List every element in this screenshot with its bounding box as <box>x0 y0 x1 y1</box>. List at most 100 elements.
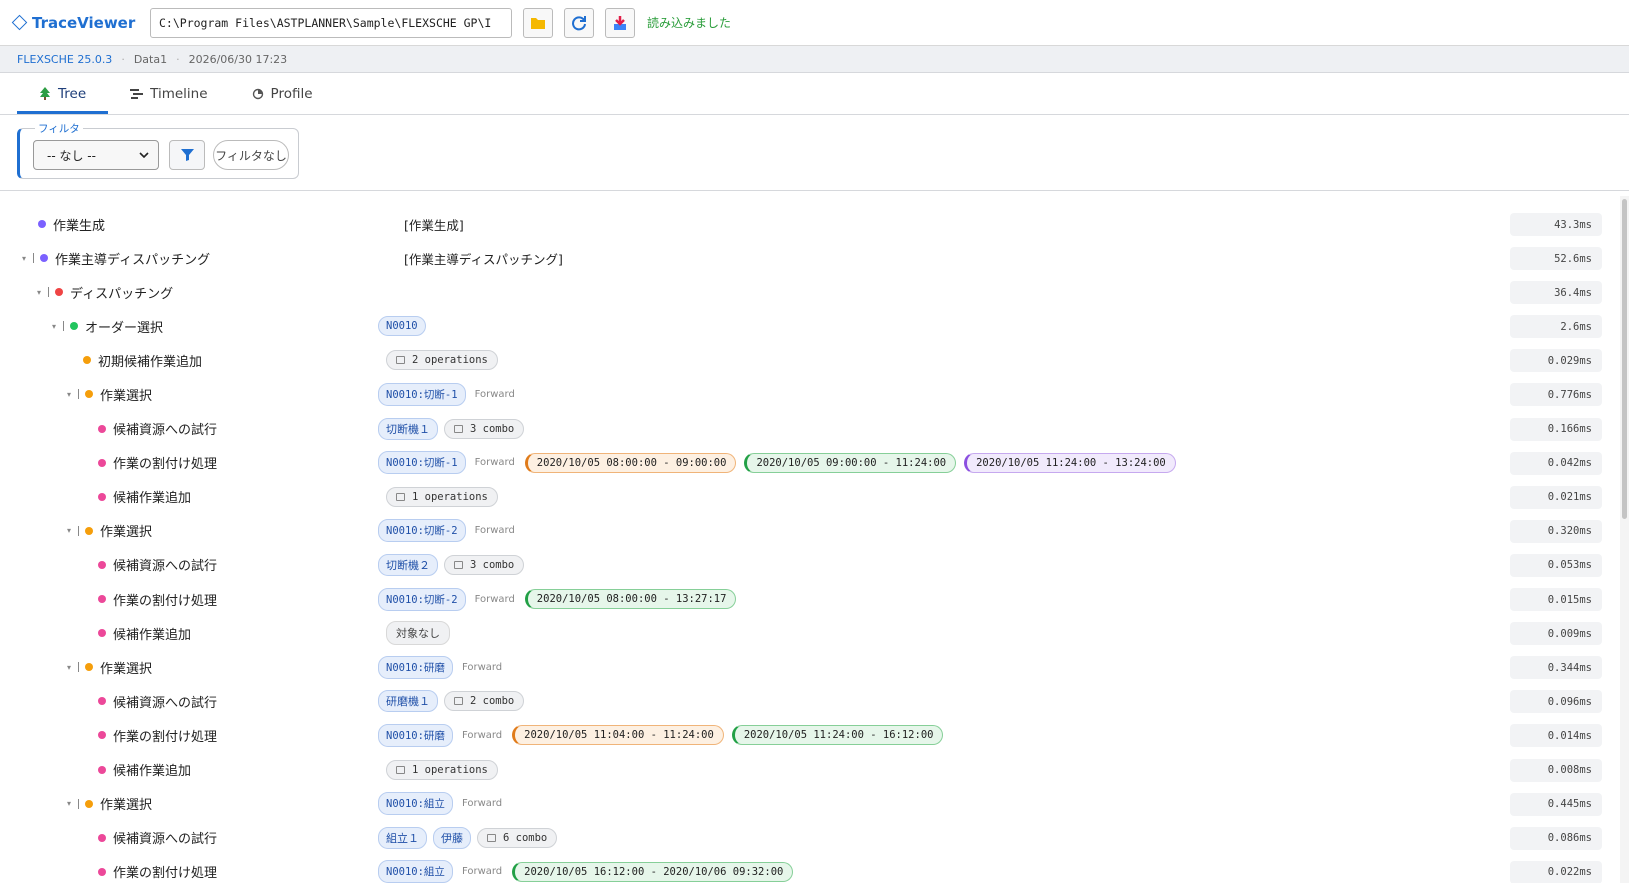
direction-label: Forward <box>474 525 515 537</box>
node-detail: 対象なし <box>386 616 450 650</box>
node-detail: N0010:組立 Forward 2020/10/05 16:12:00 - 202… <box>378 855 795 883</box>
tree-row[interactable]: ▾ ディスパッチング 36.4ms <box>0 275 1620 309</box>
count-chip[interactable]: 6 combo <box>477 827 558 848</box>
tree-row[interactable]: ▾ 作業選択 N0010:切断-1 Forward 0.776ms <box>0 377 1620 411</box>
duration-badge: 0.014ms <box>1510 724 1602 748</box>
reload-button[interactable] <box>564 7 594 38</box>
tree-row[interactable]: 作業生成 [作業生成] 43.3ms <box>0 207 1620 241</box>
order-chip[interactable]: N0010:切断-1 <box>378 382 466 406</box>
time-range-chip[interactable]: 2020/10/05 16:12:00 - 2020/10/06 09:32:0… <box>512 861 794 882</box>
node-detail: [作業生成] <box>392 207 464 241</box>
tree-node-name: 初期候補作業追加 <box>83 343 202 377</box>
node-label: 作業選択 <box>100 798 153 814</box>
file-path-input[interactable]: C:\Program Files\ASTPLANNER\Sample\FLEXS… <box>150 7 512 38</box>
list-icon <box>487 833 496 842</box>
scrollbar-thumb[interactable] <box>1622 199 1627 519</box>
direction-label: Forward <box>474 593 515 605</box>
duration-badge: 0.096ms <box>1510 690 1602 714</box>
time-range-chip[interactable]: 2020/10/05 08:00:00 - 13:27:17 <box>524 589 737 610</box>
time-range-chip[interactable]: 2020/10/05 11:24:00 - 13:24:00 <box>964 452 1176 473</box>
caret-down-icon[interactable]: ▾ <box>67 390 76 399</box>
tree-row[interactable]: 初期候補作業追加 2 operations 0.029ms <box>0 343 1620 377</box>
resource-chip[interactable]: 切断機２ <box>378 553 438 576</box>
tree-node-name: 候補作業追加 <box>98 753 191 787</box>
order-chip[interactable]: N0010:研磨 <box>378 723 453 747</box>
time-range-chip[interactable]: 2020/10/05 08:00:00 - 09:00:00 <box>524 452 737 473</box>
caret-down-icon[interactable]: ▾ <box>52 322 61 331</box>
tree-row[interactable]: ▾ 作業選択 N0010:研磨 Forward 0.344ms <box>0 650 1620 684</box>
tree-row[interactable]: 候補作業追加 対象なし 0.009ms <box>0 616 1620 650</box>
tree-row[interactable]: 候補資源への試行 切断機１ 3 combo 0.166ms <box>0 412 1620 446</box>
time-range-chip[interactable]: 2020/10/05 11:04:00 - 11:24:00 <box>512 725 724 746</box>
caret-down-icon[interactable]: ▾ <box>22 254 31 263</box>
count-chip[interactable]: 3 combo <box>444 418 525 439</box>
node-detail: 2 operations <box>386 343 498 377</box>
view-tabs: Tree Timeline Profile <box>0 73 1629 115</box>
tree-node-name: 候補資源への試行 <box>98 548 217 582</box>
tree-row[interactable]: ▾ 作業選択 N0010:切断-2 Forward 0.320ms <box>0 514 1620 548</box>
resource-chip[interactable]: 切断機１ <box>378 417 438 440</box>
resource-chip[interactable]: 組立１ <box>378 826 427 849</box>
list-icon <box>454 560 463 569</box>
apply-filter-button[interactable] <box>169 140 205 170</box>
tree-row[interactable]: 候補資源への試行 研磨機１ 2 combo 0.096ms <box>0 684 1620 718</box>
count-chip[interactable]: 1 operations <box>386 486 498 507</box>
duration-badge: 0.015ms <box>1510 588 1602 612</box>
status-dot-icon <box>85 663 93 672</box>
direction-label: Forward <box>461 729 503 741</box>
order-chip[interactable]: N0010:組立 <box>378 860 453 883</box>
tree-row[interactable]: 作業の割付け処理 N0010:研磨 Forward 2020/10/05 11:04:… <box>0 718 1620 752</box>
time-range-chip[interactable]: 2020/10/05 09:00:00 - 11:24:00 <box>744 452 957 473</box>
tree-row[interactable]: 候補資源への試行 組立１ 伊藤 6 combo 0.086ms <box>0 821 1620 855</box>
clear-filter-button[interactable]: フィルタなし <box>213 140 289 170</box>
list-icon <box>454 697 463 706</box>
status-dot-icon <box>98 492 106 501</box>
order-chip[interactable]: N0010:切断-2 <box>378 587 466 611</box>
tree-row[interactable]: ▾ 作業選択 N0010:組立 Forward 0.445ms <box>0 787 1620 821</box>
duration-badge: 52.6ms <box>1510 247 1602 271</box>
load-button[interactable] <box>605 7 635 38</box>
tree-guide-bar <box>63 321 64 332</box>
direction-label: Forward <box>474 457 515 469</box>
order-chip[interactable]: N0010:切断-1 <box>378 451 466 475</box>
caret-down-icon[interactable]: ▾ <box>37 288 46 297</box>
status-dot-icon <box>98 697 106 706</box>
count-text: 6 combo <box>503 831 548 844</box>
tab-profile[interactable]: Profile <box>230 73 335 114</box>
node-label: 作業の割付け処理 <box>113 729 218 745</box>
tree-row[interactable]: ▾ オーダー選択 N0010 2.6ms <box>0 309 1620 343</box>
status-dot-icon <box>98 595 106 604</box>
count-chip[interactable]: 1 operations <box>386 759 498 780</box>
tree-node-name: 候補資源への試行 <box>98 821 217 855</box>
version-label: FLEXSCHE 25.0.3 <box>17 52 113 66</box>
tab-label: Tree <box>58 85 87 102</box>
filter-select[interactable]: -- なし -- <box>33 140 159 170</box>
tab-tree[interactable]: Tree <box>17 73 109 114</box>
open-folder-button[interactable] <box>523 7 553 38</box>
node-label: 候補作業追加 <box>113 764 192 779</box>
caret-down-icon[interactable]: ▾ <box>67 663 76 672</box>
count-chip[interactable]: 3 combo <box>444 554 525 575</box>
tree-row[interactable]: 候補資源への試行 切断機２ 3 combo 0.053ms <box>0 548 1620 582</box>
tree-row[interactable]: 作業の割付け処理 N0010:切断-2 Forward 2020/10/05 08:0… <box>0 582 1620 616</box>
tree-row[interactable]: 候補作業追加 1 operations 0.008ms <box>0 753 1620 787</box>
caret-down-icon[interactable]: ▾ <box>67 799 76 808</box>
order-chip[interactable]: N0010:切断-2 <box>378 519 466 543</box>
order-chip[interactable]: N0010:組立 <box>378 792 453 816</box>
filter-area: フィルタ -- なし -- フィルタなし <box>0 115 1629 191</box>
node-detail: 切断機２ 3 combo <box>378 548 525 582</box>
node-label: 候補作業追加 <box>113 491 192 507</box>
order-chip[interactable]: N0010:研磨 <box>378 655 453 679</box>
resource-chip[interactable]: 研磨機１ <box>378 690 438 713</box>
tree-row[interactable]: 作業の割付け処理 N0010:組立 Forward 2020/10/05 16:12:… <box>0 855 1620 883</box>
count-chip[interactable]: 2 combo <box>444 691 525 712</box>
tab-timeline[interactable]: Timeline <box>108 73 229 114</box>
count-chip[interactable]: 2 operations <box>386 350 498 371</box>
tree-row[interactable]: ▾ 作業主導ディスパッチング [作業主導ディスパッチング] 52.6ms <box>0 241 1620 275</box>
caret-down-icon[interactable]: ▾ <box>67 526 76 535</box>
time-range-chip[interactable]: 2020/10/05 11:24:00 - 16:12:00 <box>731 725 944 746</box>
resource-chip[interactable]: 伊藤 <box>433 826 471 849</box>
tree-row[interactable]: 作業の割付け処理 N0010:切断-1 Forward 2020/10/05 08:0… <box>0 446 1620 480</box>
order-chip[interactable]: N0010 <box>378 316 426 337</box>
tree-row[interactable]: 候補作業追加 1 operations 0.021ms <box>0 480 1620 514</box>
